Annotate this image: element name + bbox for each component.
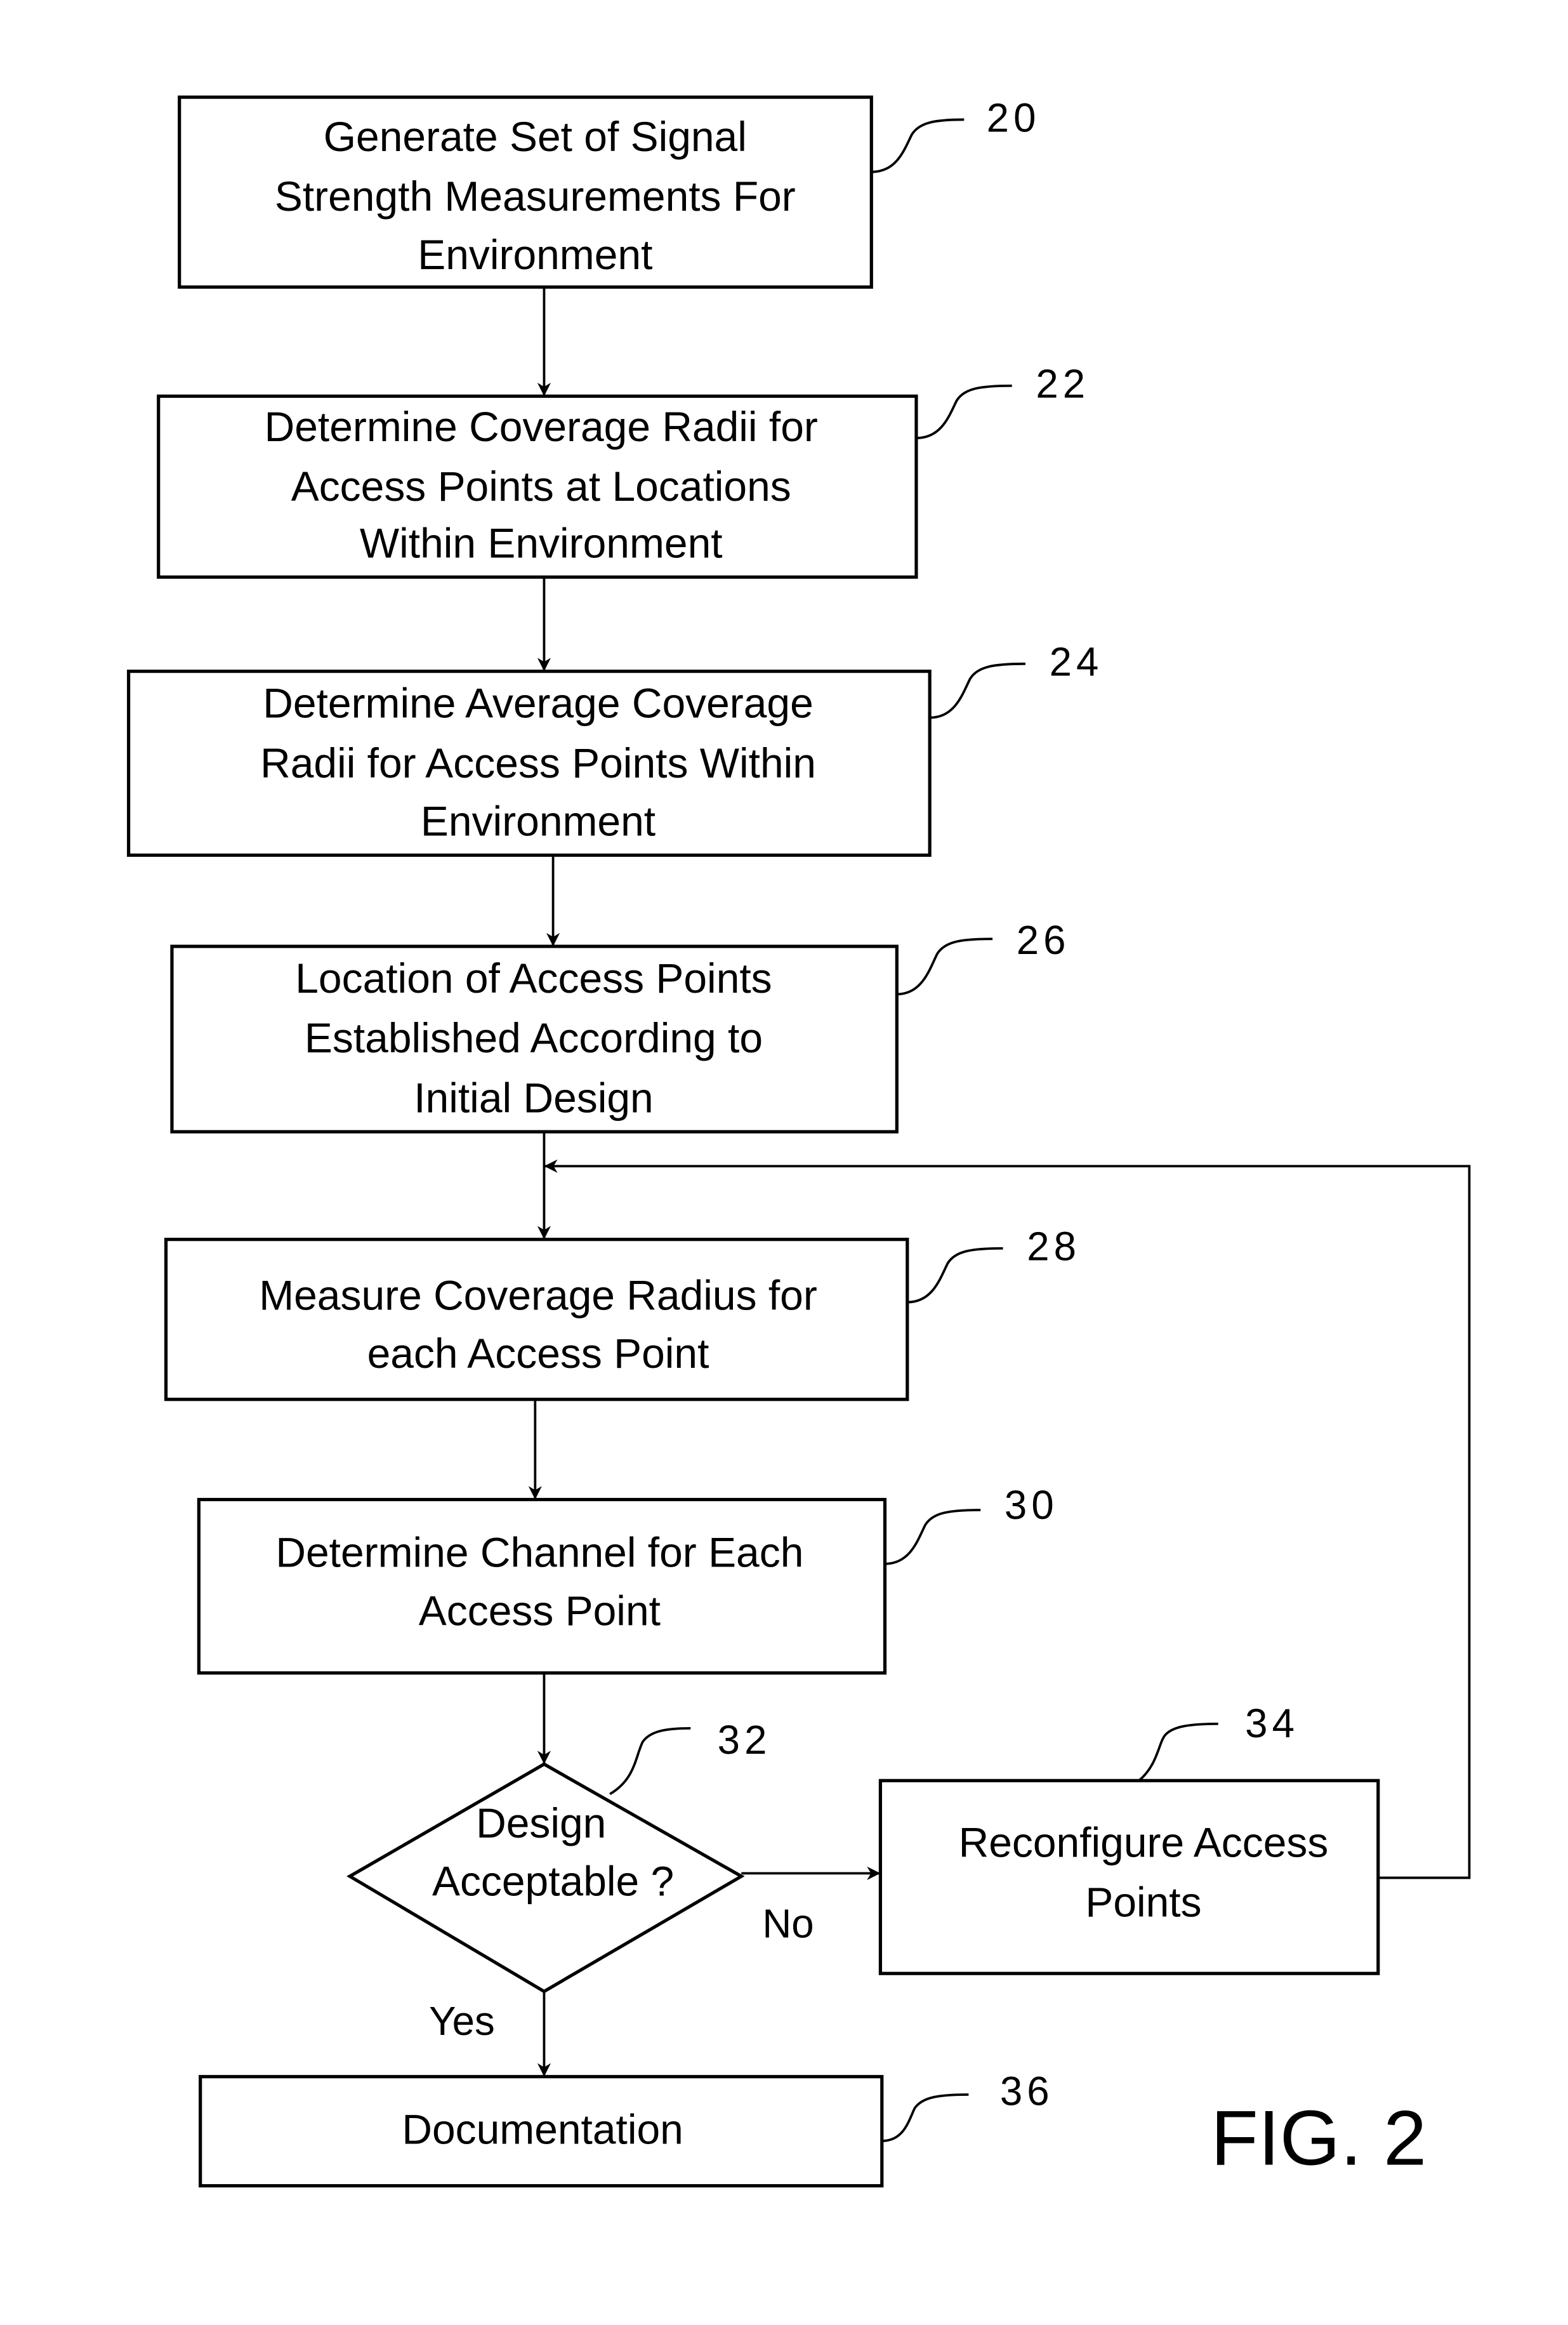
step-24-line-3: Environment	[421, 798, 656, 845]
step-26-box: Location of Access Points Established Ac…	[170, 944, 899, 1134]
step-20-box: Generate Set of Signal Strength Measurem…	[178, 95, 873, 289]
step-28-line-2: each Access Point	[367, 1330, 709, 1377]
step-24-line-1: Determine Average Coverage	[263, 680, 813, 727]
step-30-line-1: Determine Channel for Each	[275, 1529, 803, 1576]
step-28-ref: 28	[1027, 1224, 1081, 1269]
step-36-leader	[881, 2093, 969, 2142]
step-24-line-2: Radii for Access Points Within	[260, 739, 816, 786]
step-30-box: Determine Channel for Each Access Point	[197, 1497, 887, 1675]
step-26-line-2: Established According to	[305, 1014, 763, 1061]
step-24-box: Determine Average Coverage Radii for Acc…	[127, 670, 932, 857]
step-34-leader	[1138, 1722, 1218, 1782]
decision-32-ref: 32	[718, 1718, 772, 1763]
step-20-line-3: Environment	[418, 231, 652, 278]
decision-32-line-2: Acceptable ?	[432, 1858, 674, 1905]
step-28-leader	[907, 1247, 1003, 1304]
step-34-box: Reconfigure Access Points	[878, 1779, 1380, 1975]
decision-32-line-1: Design	[476, 1799, 606, 1846]
step-36-box: Documentation	[199, 2075, 884, 2188]
step-26-line-1: Location of Access Points	[295, 955, 772, 1002]
step-22-line-3: Within Environment	[360, 520, 723, 567]
step-34-ref: 34	[1245, 1701, 1299, 1746]
step-26-leader	[897, 937, 993, 996]
decision-32-leader	[609, 1727, 691, 1796]
step-22-leader	[916, 384, 1012, 440]
step-22-line-1: Determine Coverage Radii for	[265, 403, 818, 450]
step-26-line-3: Initial Design	[414, 1074, 653, 1121]
step-36-line-1: Documentation	[402, 2106, 683, 2153]
step-20-leader	[871, 118, 965, 173]
step-30-leader	[885, 1509, 981, 1565]
step-22-ref: 22	[1036, 362, 1090, 407]
figure-title: FIG. 2	[1211, 2095, 1426, 2182]
edge-label-no: No	[762, 1902, 814, 1947]
step-30-line-2: Access Point	[419, 1587, 661, 1634]
step-34-line-2: Points	[1085, 1879, 1201, 1926]
step-22-box: Determine Coverage Radii for Access Poin…	[157, 394, 918, 579]
step-34-line-1: Reconfigure Access	[959, 1818, 1329, 1865]
step-20-line-1: Generate Set of Signal	[324, 113, 747, 160]
step-20-ref: 20	[987, 95, 1041, 140]
step-26-ref: 26	[1017, 918, 1071, 963]
edge-label-yes: Yes	[429, 1999, 495, 2044]
step-20-line-2: Strength Measurements For	[275, 173, 796, 220]
step-30-ref: 30	[1005, 1483, 1058, 1528]
decision-32-diamond: Design Acceptable ?	[346, 1762, 745, 1994]
step-22-line-2: Access Points at Locations	[291, 463, 791, 510]
step-28-line-1: Measure Coverage Radius for	[259, 1271, 817, 1318]
flowchart-figure: Generate Set of Signal Strength Measurem…	[0, 0, 1568, 2322]
step-36-ref: 36	[1000, 2069, 1054, 2114]
step-24-leader	[930, 662, 1025, 719]
flowchart-svg: Generate Set of Signal Strength Measurem…	[127, 95, 1471, 2188]
step-28-box: Measure Coverage Radius for each Access …	[164, 1238, 909, 1401]
step-24-ref: 24	[1050, 640, 1104, 685]
